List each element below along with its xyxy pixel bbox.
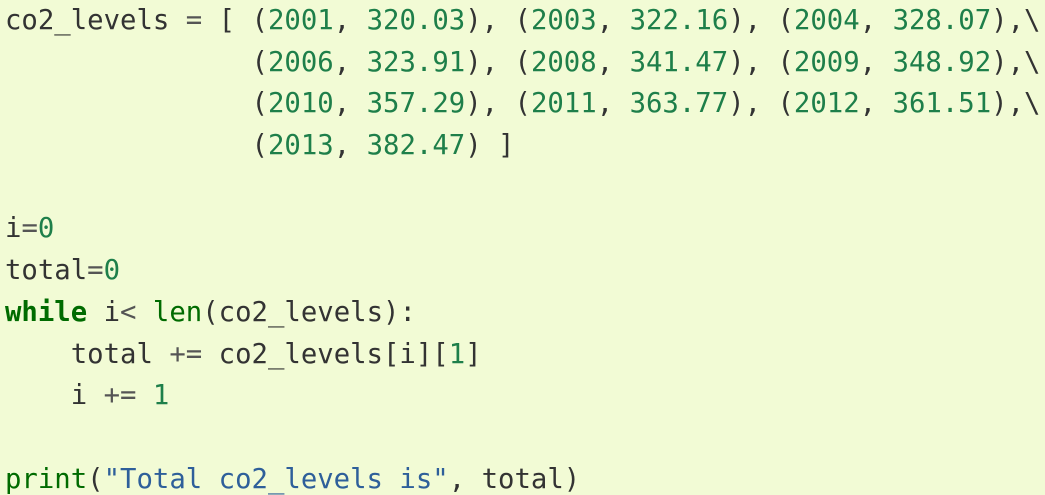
code-text: , — [333, 46, 367, 78]
code-text: ), ( — [465, 46, 531, 78]
code-text: total — [5, 338, 170, 370]
code-text: ),\ — [991, 5, 1041, 36]
code-text: , — [333, 130, 367, 162]
code-text: total — [5, 255, 88, 287]
builtin-name: print — [5, 463, 88, 495]
code-text: i — [5, 213, 22, 245]
code-text: , — [596, 46, 630, 78]
code-text: , — [596, 5, 630, 36]
code-text: ) ] — [465, 130, 515, 162]
string-literal: "Total co2_levels is" — [103, 463, 449, 495]
number-literal: 2009 — [793, 46, 860, 78]
code-text: , — [859, 5, 893, 36]
number-literal: 341.47 — [629, 46, 729, 78]
code-editor[interactable]: co2_levels = [ (2001, 320.03), (2003, 32… — [0, 0, 1045, 495]
number-literal: 363.77 — [629, 88, 729, 120]
number-literal: 2013 — [267, 130, 334, 162]
number-literal: 2004 — [793, 5, 860, 36]
builtin-name: len — [152, 296, 203, 328]
code-text: ( — [87, 463, 104, 495]
code-text: [ ( — [202, 5, 268, 36]
number-literal: 357.29 — [366, 88, 466, 120]
number-literal: 382.47 — [366, 130, 466, 162]
code-text: , — [333, 5, 367, 36]
code-line: total=0 — [5, 250, 1045, 292]
code-text: i — [5, 380, 104, 412]
operator: = — [185, 5, 203, 36]
code-text: ( — [5, 46, 268, 78]
number-literal: 323.91 — [366, 46, 466, 78]
code-line: (2006, 323.91), (2008, 341.47), (2009, 3… — [5, 42, 1045, 84]
code-text: , — [859, 46, 893, 78]
operator: = — [87, 255, 104, 287]
code-line: i += 1 — [5, 375, 1045, 417]
number-literal: 361.51 — [892, 88, 992, 120]
code-text: ), ( — [728, 88, 794, 120]
code-text: ), ( — [728, 46, 794, 78]
code-text: ),\ — [991, 46, 1041, 78]
code-text: , — [859, 88, 893, 120]
code-line: i=0 — [5, 208, 1045, 250]
code-text: ( — [5, 88, 268, 120]
code-text: co2_levels — [5, 5, 170, 36]
number-literal: 2003 — [530, 5, 597, 36]
code-text: co2_levels[i][ — [202, 338, 449, 370]
code-text: (co2_levels): — [202, 296, 416, 328]
number-literal: 348.92 — [892, 46, 992, 78]
number-literal: 328.07 — [892, 5, 992, 36]
keyword: while — [5, 296, 88, 328]
code-text: , — [596, 88, 630, 120]
number-literal: 1 — [152, 380, 170, 412]
number-literal: 2011 — [530, 88, 597, 120]
code-text: ] — [465, 338, 482, 370]
number-literal: 2012 — [793, 88, 860, 120]
code-line: print("Total co2_levels is", total) — [5, 459, 1045, 495]
code-text: ), ( — [465, 88, 531, 120]
code-text: ),\ — [991, 88, 1041, 120]
code-line: total += co2_levels[i][1] — [5, 334, 1045, 376]
number-literal: 322.16 — [629, 5, 729, 36]
code-line: (2010, 357.29), (2011, 363.77), (2012, 3… — [5, 83, 1045, 125]
code-line: while i< len(co2_levels): — [5, 292, 1045, 334]
number-literal: 0 — [103, 255, 121, 287]
number-literal: 320.03 — [366, 5, 466, 36]
number-literal: 1 — [448, 338, 466, 370]
number-literal: 2008 — [530, 46, 597, 78]
number-literal: 2001 — [267, 5, 334, 36]
operator: < — [120, 296, 137, 328]
number-literal: 2010 — [267, 88, 334, 120]
number-literal: 0 — [37, 213, 55, 245]
code-text: ( — [5, 130, 268, 162]
operator: += — [103, 380, 137, 412]
number-literal: 2006 — [267, 46, 334, 78]
code-text: i — [87, 296, 121, 328]
code-line: (2013, 382.47) ] — [5, 125, 1045, 167]
operator: = — [21, 213, 38, 245]
code-line: co2_levels = [ (2001, 320.03), (2003, 32… — [5, 0, 1045, 42]
code-text: , — [333, 88, 367, 120]
operator: += — [169, 338, 203, 370]
code-text: ), ( — [728, 5, 794, 36]
code-text: ), ( — [465, 5, 531, 36]
code-text: , total) — [448, 463, 581, 495]
